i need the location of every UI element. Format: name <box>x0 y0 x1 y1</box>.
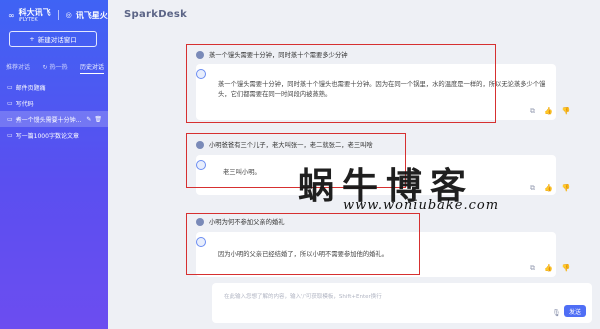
chat-icon: ▭ <box>7 131 13 139</box>
watermark-url: www.woniubake.com <box>343 198 500 213</box>
sidebar: ∞ 科大讯飞 iFLYTEK ◎ 讯飞星火 + 新建对话窗口 推荐对话 ↻ 热一… <box>0 0 108 329</box>
copy-icon[interactable]: ⧉ <box>530 264 535 273</box>
history-item[interactable]: ▭ 写代码 <box>0 95 108 111</box>
send-button[interactable]: 发送 <box>564 305 586 317</box>
new-chat-label: 新建对话窗口 <box>37 36 77 44</box>
history-item[interactable]: ▭ 写一篇1000字数论文章 <box>0 127 108 143</box>
answer-actions: ⧉ 👍 👎 <box>530 264 570 273</box>
logo-divider <box>57 10 59 20</box>
thumbs-down-icon[interactable]: 👎 <box>562 184 571 193</box>
trash-icon[interactable]: 🗑 <box>94 116 102 123</box>
brand-title: SparkDesk <box>124 9 188 20</box>
message-input-placeholder: 在此输入您想了解的内容，输入'/'可获取模板，Shift+Enter换行 <box>224 294 382 300</box>
thumbs-up-icon[interactable]: 👍 <box>544 107 553 116</box>
thumbs-up-icon[interactable]: 👍 <box>544 264 553 273</box>
logo-right-text: 讯飞星火 <box>75 10 108 20</box>
tab-recommended[interactable]: 推荐对话 <box>6 62 30 74</box>
history-item[interactable]: ▭ 邮件页题痛 <box>0 79 108 95</box>
copy-icon[interactable]: ⧉ <box>530 107 535 116</box>
copy-icon[interactable]: ⧉ <box>530 184 535 193</box>
main-area: SparkDesk 蒸一个馒头需要十分钟，同时蒸十个需要多少分钟 蒸一个馒头需要… <box>108 0 600 329</box>
logo-left-sub: iFLYTEK <box>18 17 38 23</box>
answer-actions: ⧉ 👍 👎 <box>530 184 570 193</box>
microphone-icon[interactable]: 🎙 <box>552 309 561 317</box>
tab-hot-label: 热一热 <box>49 64 68 71</box>
tab-hot[interactable]: ↻ 热一热 <box>43 62 68 74</box>
history-item-label: 煮一个馒头需要十分钟... <box>15 116 82 124</box>
refresh-icon: ↻ <box>42 64 48 71</box>
logo: ∞ 科大讯飞 iFLYTEK ◎ 讯飞星火 <box>8 7 108 23</box>
thumbs-down-icon[interactable]: 👎 <box>562 107 571 116</box>
edit-icon[interactable]: ✎ <box>86 116 91 123</box>
spark-logo-icon: ◎ <box>65 11 72 19</box>
chat-icon: ▭ <box>7 99 13 107</box>
chat-icon: ▭ <box>7 115 13 123</box>
highlight-box <box>186 213 420 275</box>
highlight-box <box>186 44 496 123</box>
tab-history[interactable]: 历史对话 <box>79 62 104 74</box>
thumbs-up-icon[interactable]: 👍 <box>544 184 553 193</box>
history-list: ▭ 邮件页题痛 ▭ 写代码 ▭ 煮一个馒头需要十分钟... ✎ 🗑 ▭ 写一篇1… <box>0 79 108 143</box>
chat-icon: ▭ <box>7 83 13 91</box>
answer-actions: ⧉ 👍 👎 <box>530 107 570 116</box>
history-item-label: 写代码 <box>15 100 34 108</box>
message-input-box[interactable]: 在此输入您想了解的内容，输入'/'可获取模板，Shift+Enter换行 🎙 发… <box>212 283 592 323</box>
new-chat-button[interactable]: + 新建对话窗口 <box>9 31 97 47</box>
thumbs-down-icon[interactable]: 👎 <box>562 264 571 273</box>
history-item-label: 邮件页题痛 <box>15 84 46 92</box>
history-item-active[interactable]: ▭ 煮一个馒头需要十分钟... ✎ 🗑 <box>0 111 108 127</box>
history-item-label: 写一篇1000字数论文章 <box>15 132 79 140</box>
plus-icon: + <box>29 35 35 43</box>
sidebar-tabs: 推荐对话 ↻ 热一热 历史对话 <box>6 62 104 74</box>
logo-icon: ∞ <box>8 10 15 20</box>
